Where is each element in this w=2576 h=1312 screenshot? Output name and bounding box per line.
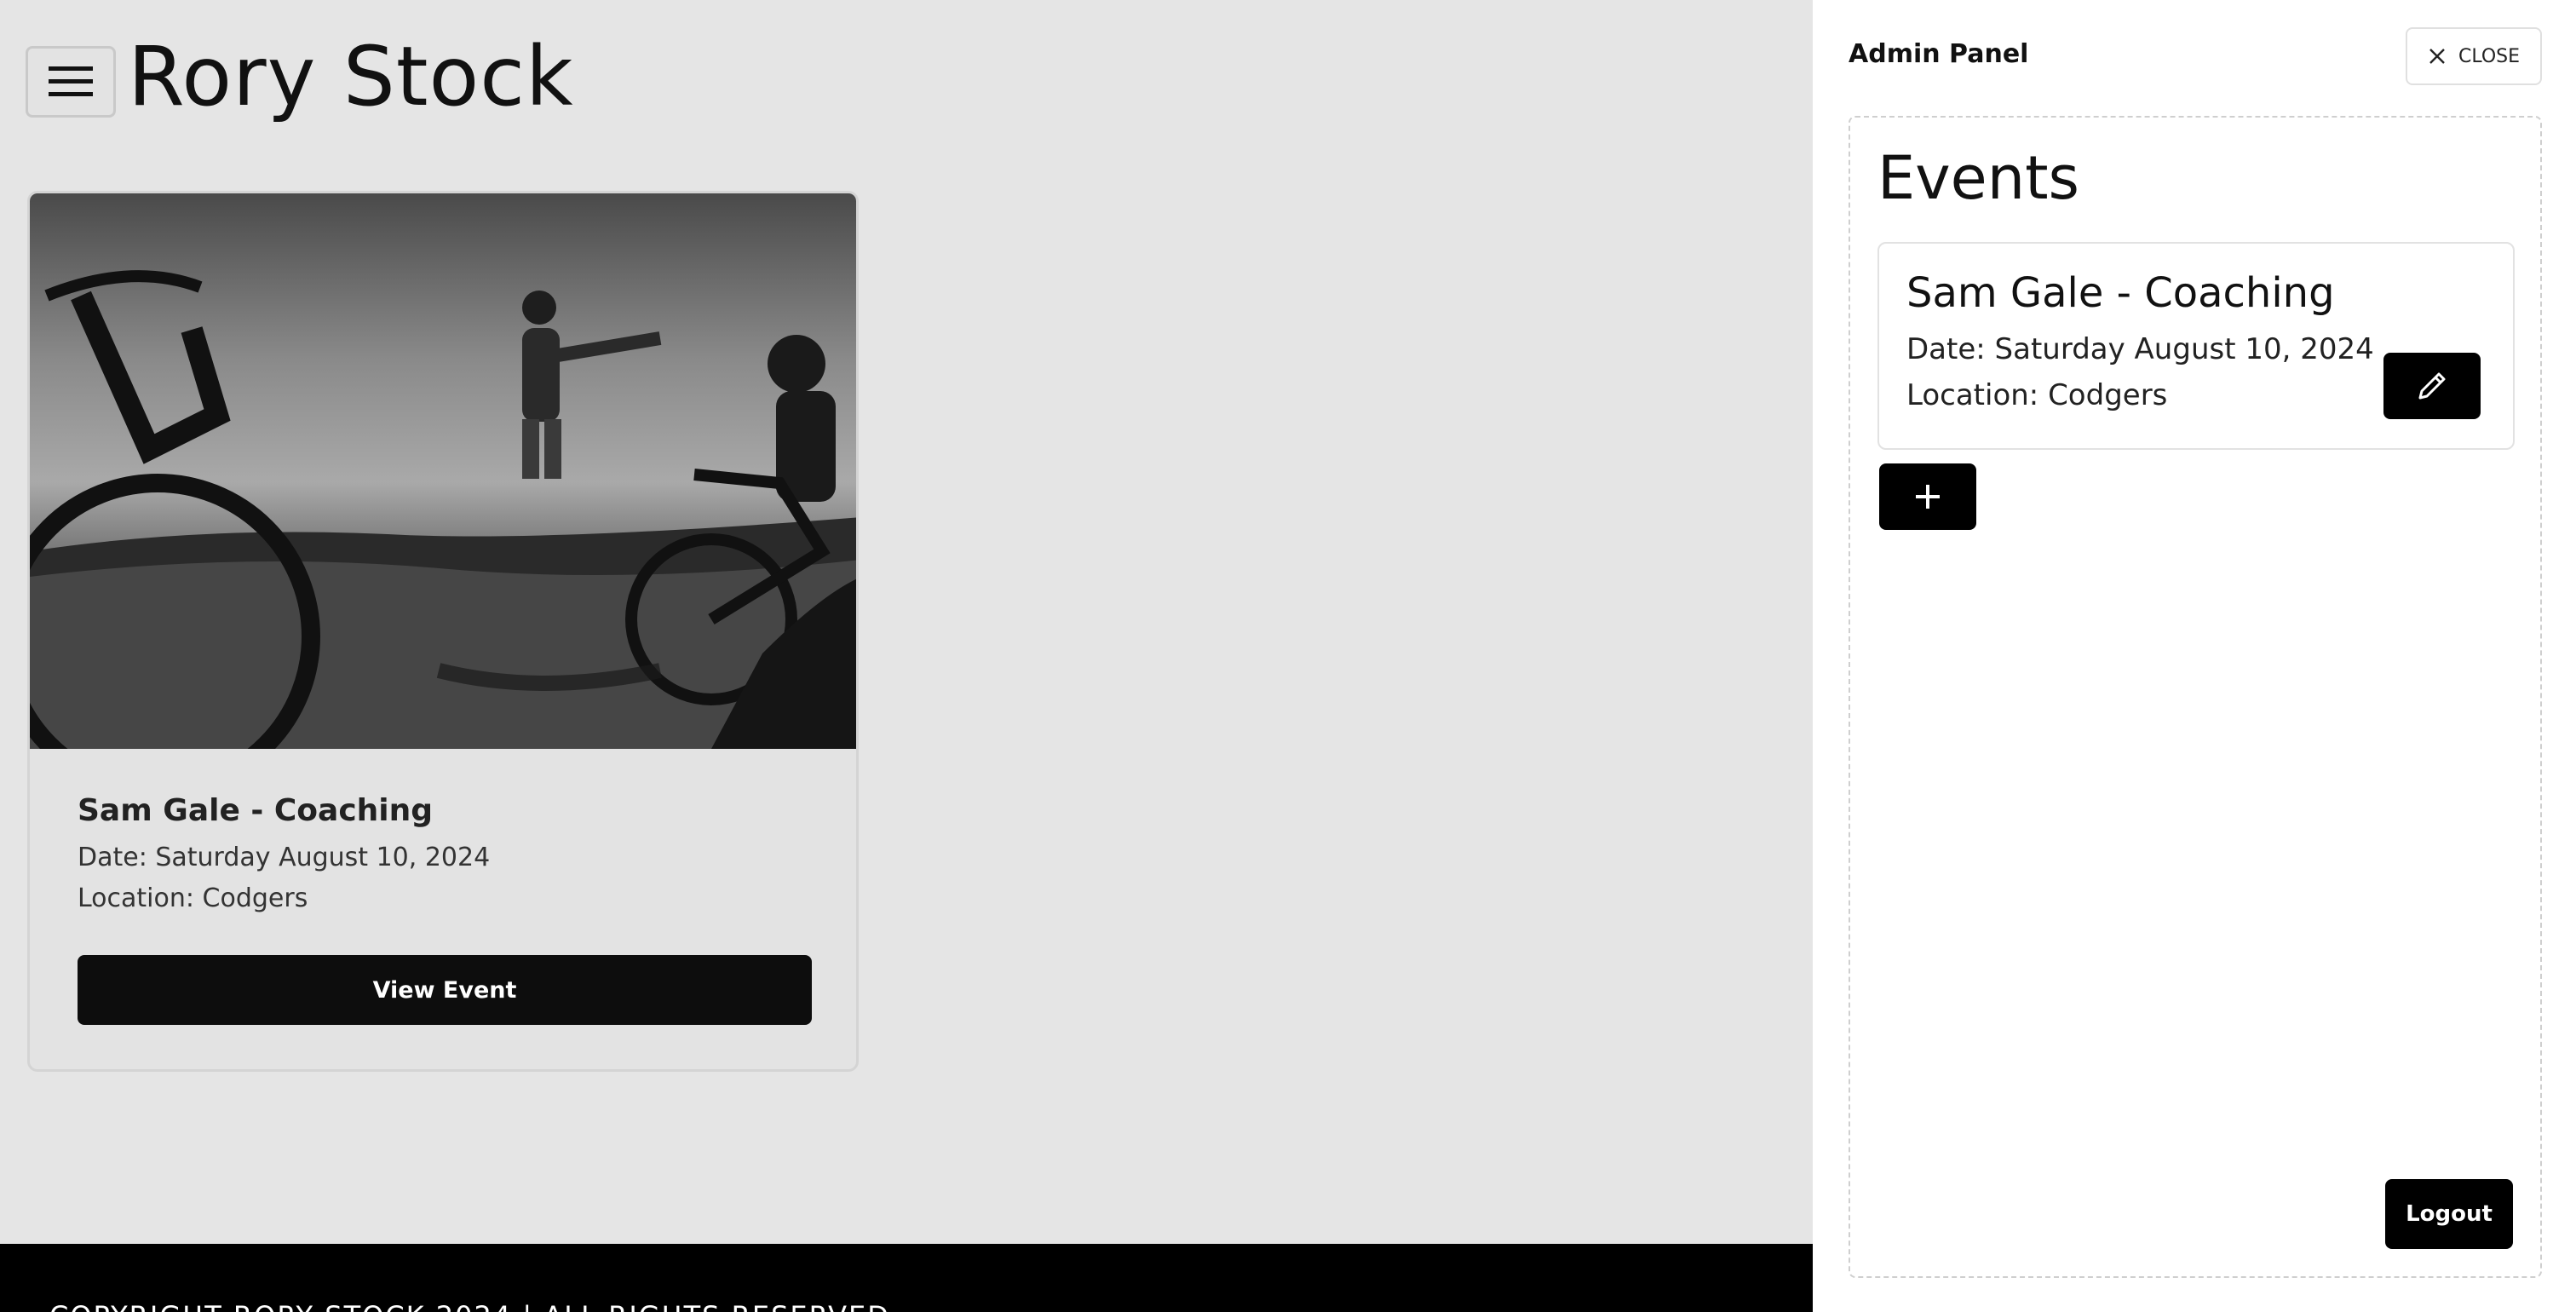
logout-button[interactable]: Logout (2385, 1179, 2513, 1249)
pencil-icon (2418, 372, 2446, 400)
admin-event-title: Sam Gale - Coaching (1906, 269, 2335, 317)
event-card-title: Sam Gale - Coaching (78, 793, 434, 828)
close-icon (2429, 49, 2445, 64)
admin-event-location: Location: Codgers (1906, 378, 2168, 412)
admin-event-item: Sam Gale - Coaching Date: Saturday Augus… (1877, 242, 2515, 450)
hamburger-menu-icon (49, 66, 93, 96)
close-button[interactable]: CLOSE (2406, 27, 2542, 85)
footer: COPYRIGHT RORY STOCK 2024 | ALL RIGHTS R… (0, 1244, 1814, 1312)
admin-event-date: Date: Saturday August 10, 2024 (1906, 332, 2374, 366)
plus-icon (1916, 485, 1940, 509)
event-card-location: Location: Codgers (78, 883, 308, 913)
events-section: Events Sam Gale - Coaching Date: Saturda… (1849, 116, 2542, 1278)
edit-event-button[interactable] (2383, 353, 2481, 419)
view-event-button[interactable]: View Event (78, 955, 812, 1025)
add-event-button[interactable] (1879, 463, 1976, 530)
menu-button[interactable] (26, 46, 116, 118)
event-image (30, 193, 856, 749)
site-title: Rory Stock (128, 29, 574, 124)
events-heading: Events (1877, 143, 2080, 213)
close-button-label: CLOSE (2458, 45, 2520, 67)
event-card-date: Date: Saturday August 10, 2024 (78, 843, 491, 872)
footer-copyright: COPYRIGHT RORY STOCK 2024 | ALL RIGHTS R… (49, 1300, 890, 1312)
admin-panel: Admin Panel CLOSE Events Sam Gale - Coac… (1813, 0, 2576, 1312)
event-card: Sam Gale - Coaching Date: Saturday Augus… (27, 191, 859, 1072)
admin-panel-title: Admin Panel (1849, 39, 2029, 69)
